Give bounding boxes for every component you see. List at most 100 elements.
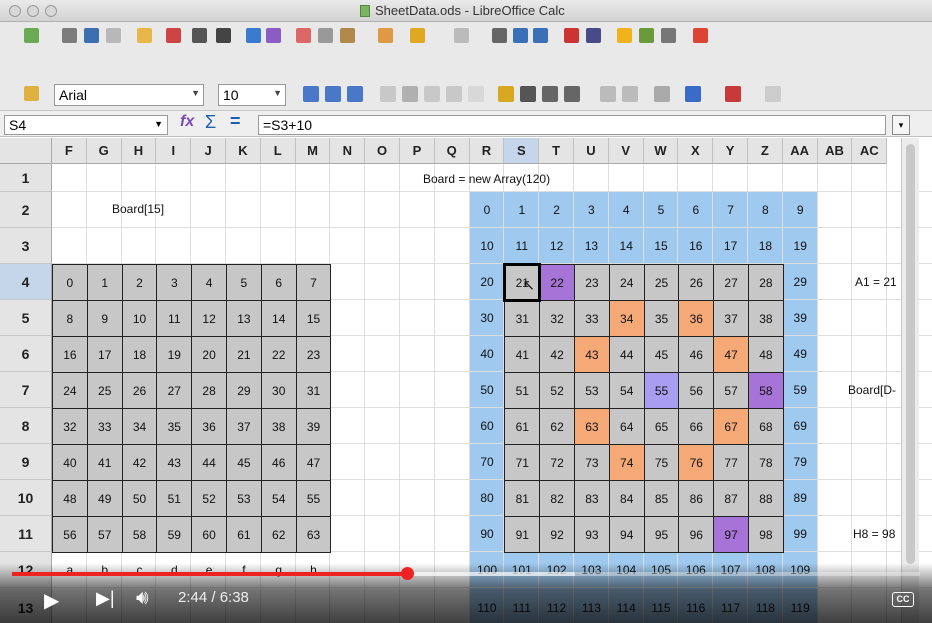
array-cell[interactable]: 18 xyxy=(748,228,783,264)
column-header[interactable]: F xyxy=(52,138,87,164)
board-cell[interactable]: 45 xyxy=(226,444,262,481)
array-cell[interactable]: 34 xyxy=(608,300,645,337)
array-cell[interactable]: 27 xyxy=(713,264,749,301)
captions-button[interactable]: CC xyxy=(892,592,914,607)
column-header[interactable]: AB xyxy=(817,138,853,164)
board-cell[interactable]: 28 xyxy=(191,372,227,409)
print-preview-icon[interactable] xyxy=(216,28,231,43)
board-cell[interactable]: 24 xyxy=(52,372,88,409)
board-cell[interactable]: 1 xyxy=(86,264,123,301)
column-header[interactable]: V xyxy=(608,138,644,164)
array-cell[interactable]: 97 xyxy=(713,516,749,553)
array-cell[interactable]: 83 xyxy=(574,480,610,517)
column-header[interactable]: Y xyxy=(713,138,748,164)
delete-decimal-icon[interactable] xyxy=(564,86,580,102)
array-cell[interactable]: 14 xyxy=(609,228,644,264)
font-size-combo[interactable]: 10 ▼ xyxy=(218,84,286,106)
array-cell[interactable]: 69 xyxy=(783,408,818,444)
array-cell[interactable]: 54 xyxy=(608,372,645,409)
board-cell[interactable]: 0 xyxy=(52,264,88,301)
new-document-icon[interactable] xyxy=(24,28,39,43)
board-cell[interactable]: 10 xyxy=(121,300,158,337)
array-cell[interactable]: 32 xyxy=(539,300,575,337)
array-cell[interactable]: 31 xyxy=(504,300,541,337)
array-cell[interactable]: 29 xyxy=(783,264,818,300)
name-box[interactable]: S4 ▼ xyxy=(4,115,168,135)
board-cell[interactable]: 15 xyxy=(295,300,332,337)
array-cell[interactable]: 77 xyxy=(713,444,749,481)
column-header[interactable]: S xyxy=(504,138,540,164)
array-cell[interactable]: 8 xyxy=(748,192,783,228)
array-cell[interactable]: 1 xyxy=(504,192,539,228)
spreadsheet-grid[interactable]: F G H I J K L M N O P Q R S T U V W X Y Z AA AB AC 1 2 3 4 5 6 7 8 9 10 11… xyxy=(0,138,932,623)
array-cell[interactable]: 59 xyxy=(783,372,818,408)
array-cell[interactable]: 17 xyxy=(713,228,748,264)
column-header[interactable]: M xyxy=(295,138,331,164)
board-cell[interactable]: 18 xyxy=(121,336,158,373)
board-cell[interactable]: 61 xyxy=(226,516,262,553)
array-cell[interactable]: 40 xyxy=(470,336,505,372)
copy-icon[interactable] xyxy=(318,28,333,43)
array-cell[interactable]: 52 xyxy=(539,372,575,409)
board-cell[interactable]: 21 xyxy=(226,336,262,373)
align-center-icon[interactable] xyxy=(402,86,418,102)
board-cell[interactable]: 13 xyxy=(226,300,262,337)
sum-icon[interactable]: Σ xyxy=(205,112,216,133)
hyperlink-icon[interactable] xyxy=(492,28,507,43)
row-header[interactable]: 5 xyxy=(0,300,52,336)
array-cell[interactable]: 98 xyxy=(748,516,784,553)
justify-icon[interactable] xyxy=(446,86,462,102)
column-header[interactable]: Q xyxy=(434,138,470,164)
board-cell[interactable]: 29 xyxy=(226,372,262,409)
open-folder-icon[interactable] xyxy=(62,28,77,43)
board-cell[interactable]: 19 xyxy=(156,336,193,373)
array-cell[interactable]: 16 xyxy=(678,228,713,264)
board-cell[interactable]: 55 xyxy=(295,480,332,517)
currency-format-icon[interactable] xyxy=(498,86,514,102)
board-cell[interactable]: 34 xyxy=(121,408,158,445)
board-cell[interactable]: 25 xyxy=(86,372,123,409)
board-cell[interactable]: 8 xyxy=(52,300,88,337)
board-cell[interactable]: 20 xyxy=(191,336,227,373)
column-header[interactable]: H xyxy=(121,138,157,164)
array-cell[interactable]: 4 xyxy=(609,192,644,228)
board-cell[interactable]: 32 xyxy=(52,408,88,445)
borders-icon[interactable] xyxy=(654,86,670,102)
array-cell[interactable]: 87 xyxy=(713,480,749,517)
column-header[interactable]: L xyxy=(260,138,296,164)
array-cell[interactable]: 10 xyxy=(470,228,505,264)
column-header[interactable]: AC xyxy=(852,138,888,164)
array-cell[interactable]: 88 xyxy=(748,480,784,517)
board-cell[interactable]: 48 xyxy=(52,480,88,517)
array-cell[interactable]: 3 xyxy=(574,192,609,228)
array-cell[interactable]: 5 xyxy=(644,192,679,228)
row-header[interactable]: 8 xyxy=(0,408,52,444)
board-cell[interactable]: 26 xyxy=(121,372,158,409)
percent-format-icon[interactable] xyxy=(520,86,536,102)
undo-icon[interactable] xyxy=(410,28,425,43)
board-cell[interactable]: 54 xyxy=(260,480,297,517)
chevron-down-icon[interactable]: ▼ xyxy=(273,88,282,98)
increase-indent-icon[interactable] xyxy=(622,86,638,102)
row-header[interactable]: 7 xyxy=(0,372,52,408)
row-header[interactable]: 6 xyxy=(0,336,52,372)
add-decimal-icon[interactable] xyxy=(542,86,558,102)
board-cell[interactable]: 14 xyxy=(260,300,297,337)
expand-formula-icon[interactable]: ▾ xyxy=(892,115,910,135)
print-icon[interactable] xyxy=(192,28,207,43)
board-cell[interactable]: 44 xyxy=(191,444,227,481)
board-cell[interactable]: 37 xyxy=(226,408,262,445)
array-cell[interactable]: 68 xyxy=(748,408,784,445)
merge-cells-icon[interactable] xyxy=(468,86,484,102)
array-cell[interactable]: 84 xyxy=(608,480,645,517)
export-pdf-icon[interactable] xyxy=(166,28,181,43)
redo-icon[interactable] xyxy=(454,28,469,43)
array-cell[interactable]: 44 xyxy=(608,336,645,373)
decrease-indent-icon[interactable] xyxy=(600,86,616,102)
board-cell[interactable]: 57 xyxy=(86,516,123,553)
array-cell[interactable]: 95 xyxy=(643,516,680,553)
row-header[interactable]: 11 xyxy=(0,516,52,552)
bold-icon[interactable] xyxy=(303,86,319,102)
array-cell[interactable]: 82 xyxy=(539,480,575,517)
background-color-icon[interactable] xyxy=(685,86,701,102)
